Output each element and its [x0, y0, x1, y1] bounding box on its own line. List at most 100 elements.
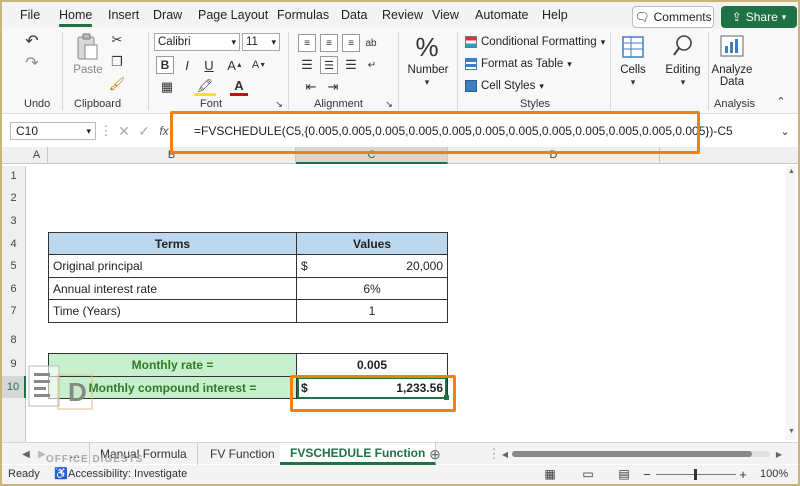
table-header-values[interactable]: Values [296, 232, 448, 255]
cell-original-principal-value[interactable]: $ 20,000 [296, 254, 448, 278]
orientation-icon[interactable]: ab [364, 34, 378, 52]
row-header-4[interactable]: 4 [2, 233, 26, 255]
borders-icon[interactable]: ▦ [156, 78, 178, 96]
scroll-up-icon[interactable]: ▲ [788, 168, 795, 175]
tab-home[interactable]: Home [59, 8, 93, 27]
underline-button[interactable]: U [200, 56, 218, 74]
vertical-scrollbar[interactable]: ▲ ▼ [786, 166, 796, 440]
tab-view[interactable]: View [432, 8, 459, 22]
share-button[interactable]: ⇪ Share ▾ [721, 6, 797, 28]
cell-styles-button[interactable]: Cell Styles ▾ [465, 80, 544, 92]
tab-review[interactable]: Review [382, 8, 423, 22]
zoom-in-icon[interactable]: + [738, 467, 748, 482]
fill-color-icon[interactable]: 🖍 [194, 78, 216, 96]
cancel-icon[interactable]: ✕ [116, 122, 132, 140]
row-header-1[interactable]: 1 [2, 166, 26, 187]
table-header-terms[interactable]: Terms [48, 232, 297, 255]
enter-icon[interactable]: ✓ [136, 122, 152, 140]
font-size-select[interactable]: 11 ▾ [242, 33, 280, 51]
row-header-10[interactable]: 10 [2, 376, 26, 398]
font-dialog-launcher-icon[interactable]: ↘ [274, 98, 284, 110]
collapse-ribbon-icon[interactable]: ⌃ [774, 94, 788, 108]
scroll-right-icon[interactable]: ▶ [774, 447, 784, 461]
normal-view-icon[interactable]: ▦ [542, 467, 558, 481]
name-box[interactable]: C10 ▾ [10, 122, 96, 140]
tab-page-layout[interactable]: Page Layout [198, 8, 268, 22]
horizontal-scrollbar[interactable] [512, 451, 770, 457]
copy-icon[interactable]: ❐ [108, 54, 126, 70]
cell-original-principal-label[interactable]: Original principal [48, 254, 297, 278]
tab-draw[interactable]: Draw [153, 8, 182, 22]
conditional-formatting-button[interactable]: Conditional Formatting ▾ [465, 36, 605, 48]
row-header-blank [2, 398, 26, 442]
align-middle-icon[interactable]: ≡ [320, 34, 338, 52]
percent-icon[interactable]: % [412, 32, 442, 62]
align-top-icon[interactable]: ≡ [298, 34, 316, 52]
redo-icon[interactable]: ↷ [22, 54, 42, 72]
bold-button[interactable]: B [156, 56, 174, 74]
sheet-tab-fv-function[interactable]: FV Function [200, 443, 286, 465]
zoom-slider-thumb[interactable] [694, 469, 697, 480]
select-all-corner[interactable] [2, 147, 26, 164]
tab-insert[interactable]: Insert [108, 8, 139, 22]
font-grow-icon[interactable]: A ▲ [226, 56, 244, 74]
font-name-select[interactable]: Calibri ▾ [154, 33, 240, 51]
add-sheet-icon[interactable]: ⊕ [428, 446, 442, 462]
tab-data[interactable]: Data [341, 8, 367, 22]
scroll-down-icon[interactable]: ▼ [788, 428, 795, 435]
row-header-7[interactable]: 7 [2, 300, 26, 322]
cell-annual-rate-label[interactable]: Annual interest rate [48, 277, 297, 300]
accessibility-status[interactable]: Accessibility: Investigate [68, 468, 187, 480]
wrap-text-icon[interactable]: ↵ [364, 56, 380, 74]
italic-button[interactable]: I [178, 56, 196, 74]
cells-icon[interactable] [620, 34, 646, 60]
cell-annual-rate-value[interactable]: 6% [296, 277, 448, 300]
zoom-level[interactable]: 100% [760, 468, 788, 480]
tab-automate[interactable]: Automate [475, 8, 529, 22]
cells-label[interactable]: Cells [616, 64, 650, 76]
undo-icon[interactable]: ↶ [22, 32, 42, 50]
tab-help[interactable]: Help [542, 8, 568, 22]
row-header-3[interactable]: 3 [2, 210, 26, 233]
cell-monthly-rate-value[interactable]: 0.005 [296, 353, 448, 377]
comments-button[interactable]: 🗨 Comments [632, 6, 714, 28]
align-right-icon[interactable]: ☰ [342, 56, 360, 74]
number-label[interactable]: Number [404, 64, 452, 76]
column-header-a[interactable]: A [26, 147, 48, 164]
decrease-indent-icon[interactable]: ⇤ [302, 78, 320, 96]
align-center-icon[interactable]: ☰ [320, 56, 338, 74]
align-left-icon[interactable]: ☰ [298, 56, 316, 74]
row-header-6[interactable]: 6 [2, 278, 26, 300]
page-break-view-icon[interactable]: ▤ [616, 467, 632, 481]
row-header-2[interactable]: 2 [2, 187, 26, 210]
cut-icon[interactable]: ✂ [108, 32, 126, 48]
font-color-icon[interactable]: A [230, 78, 248, 96]
align-bottom-icon[interactable]: ≡ [342, 34, 360, 52]
scroll-left-icon[interactable]: ◀ [500, 447, 510, 461]
format-painter-icon[interactable]: 🖌 [108, 76, 126, 92]
analyze-data-icon[interactable] [718, 32, 746, 60]
zoom-out-icon[interactable]: − [642, 467, 652, 482]
scrollbar-thumb[interactable] [512, 451, 752, 457]
paste-icon[interactable] [74, 32, 100, 62]
format-as-table-button[interactable]: Format as Table ▾ [465, 58, 572, 70]
analyze-data-label[interactable]: Analyze Data [708, 64, 756, 88]
font-shrink-icon[interactable]: A ▼ [250, 56, 268, 74]
paste-label[interactable]: Paste [72, 64, 104, 76]
tab-formulas[interactable]: Formulas [277, 8, 329, 22]
cell-styles-label: Cell Styles [481, 80, 536, 92]
row-header-8[interactable]: 8 [2, 322, 26, 352]
cell-time-years-label[interactable]: Time (Years) [48, 299, 297, 323]
cell-time-years-value[interactable]: 1 [296, 299, 448, 323]
expand-formula-bar-icon[interactable]: ⌄ [778, 122, 792, 140]
alignment-dialog-launcher-icon[interactable]: ↘ [384, 98, 394, 110]
sheet-tab-fvschedule-function[interactable]: FVSCHEDULE Function [280, 443, 437, 465]
row-header-5[interactable]: 5 [2, 255, 26, 278]
search-icon[interactable] [670, 32, 696, 60]
editing-label[interactable]: Editing [662, 64, 704, 76]
tab-file[interactable]: File [20, 8, 40, 22]
page-layout-view-icon[interactable]: ▭ [580, 467, 596, 481]
row-header-9[interactable]: 9 [2, 352, 26, 376]
prev-sheet-icon[interactable]: ◀ [20, 447, 32, 461]
increase-indent-icon[interactable]: ⇥ [324, 78, 342, 96]
